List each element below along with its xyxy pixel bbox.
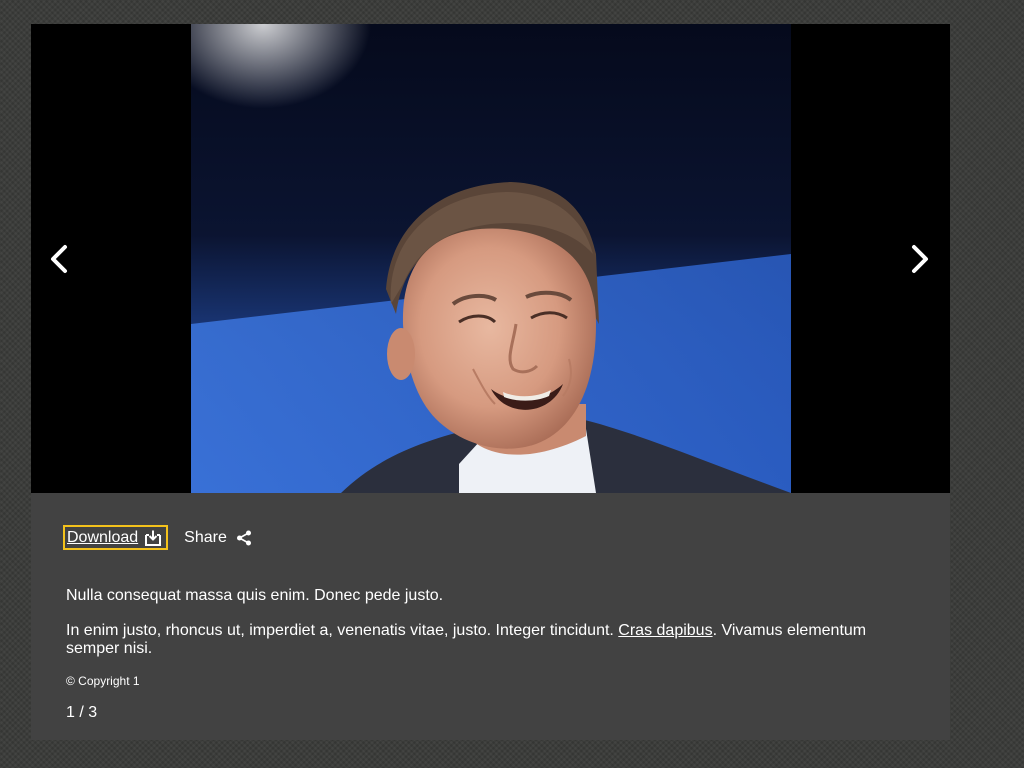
share-icon [236, 530, 252, 546]
caption-paragraph-2: In enim justo, rhoncus ut, imperdiet a, … [66, 622, 906, 658]
copyright-notice: © Copyright 1 [66, 674, 140, 688]
image-actions-toolbar: Download Share [63, 525, 252, 550]
download-button[interactable]: Download [63, 525, 169, 550]
portrait-photo [191, 24, 791, 493]
next-slide-button[interactable] [898, 239, 938, 279]
caption-link[interactable]: Cras dapibus [618, 622, 712, 639]
share-button[interactable]: Share [184, 529, 252, 547]
caption-text-before-link: In enim justo, rhoncus ut, imperdiet a, … [66, 622, 619, 639]
lightbox: Download Share Nulla consequat massa qui… [31, 24, 950, 740]
caption-line-1: Nulla consequat massa quis enim. Donec p… [66, 587, 444, 604]
download-label: Download [67, 528, 139, 546]
slide-counter: 1 / 3 [66, 704, 98, 721]
download-icon [144, 529, 162, 547]
share-label: Share [184, 528, 227, 546]
chevron-left-icon [51, 245, 67, 273]
slide-caption: Nulla consequat massa quis enim. Donec p… [66, 587, 906, 658]
previous-slide-button[interactable] [41, 239, 81, 279]
chevron-right-icon [912, 245, 928, 273]
slide-image [191, 24, 791, 493]
image-stage [31, 24, 950, 493]
